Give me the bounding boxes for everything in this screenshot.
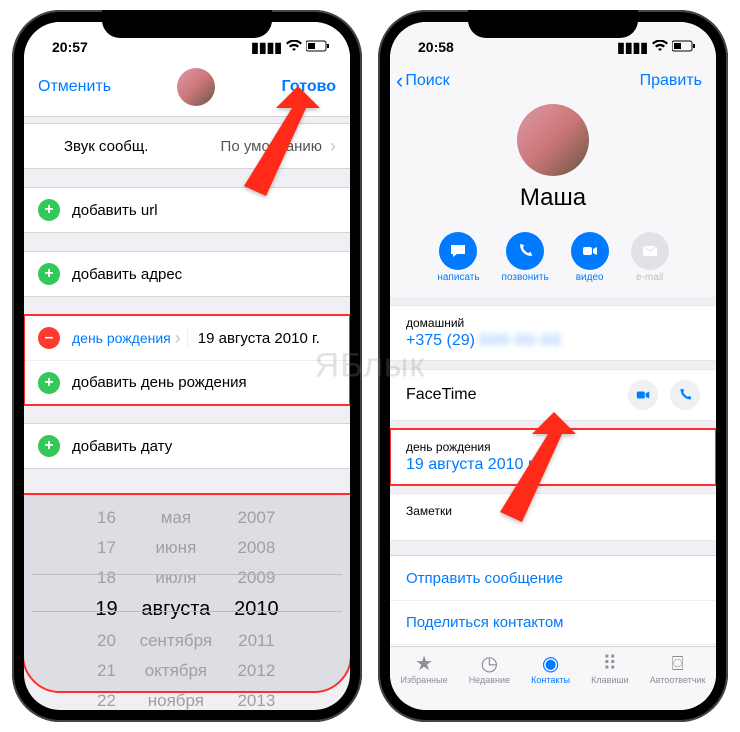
phone-card[interactable]: домашний +375 (29) 000-00-00 (390, 305, 716, 361)
tab-voicemail[interactable]: ⌼ Автоответчик (650, 653, 706, 685)
text-tone-label: Звук сообщ. (38, 138, 221, 155)
keypad-icon: ⠿ (591, 653, 629, 675)
person-icon: ◉ (531, 653, 570, 675)
phone-right: 20:58 ▮▮▮▮ ‹ Поиск Пра (378, 10, 728, 722)
tab-keypad[interactable]: ⠿ Клавиши (591, 653, 629, 685)
call-action[interactable]: позвонить (502, 232, 549, 283)
chevron-left-icon: ‹ (396, 68, 403, 94)
birthday-value[interactable]: 19 августа 2010 г. (187, 330, 336, 347)
share-contact-link[interactable]: Поделиться контактом (390, 600, 716, 644)
phone-label: домашний (406, 316, 700, 330)
contact-avatar-small[interactable] (177, 68, 215, 106)
contact-avatar[interactable] (517, 104, 589, 176)
add-date-row[interactable]: + добавить дату (24, 424, 350, 468)
picker-year-col[interactable]: 2007 2008 2009 2010 2011 2012 2013 (234, 503, 279, 673)
battery-icon (306, 39, 330, 55)
add-address-label: добавить адрес (72, 266, 336, 283)
add-url-label: добавить url (72, 202, 336, 219)
wifi-icon (286, 39, 302, 55)
add-birthday-label: добавить день рождения (72, 374, 336, 391)
wifi-icon (652, 39, 668, 55)
back-button[interactable]: ‹ Поиск (396, 68, 450, 94)
action-row: написать позвонить видео e-mail (390, 224, 716, 297)
tab-favorites[interactable]: ★ Избранные (401, 653, 448, 685)
plus-icon: + (38, 435, 60, 457)
clock-icon: ◷ (469, 653, 510, 675)
tab-recents[interactable]: ◷ Недавние (469, 653, 510, 685)
annotation-arrow (244, 86, 320, 201)
video-action[interactable]: видео (571, 232, 609, 283)
tab-bar: ★ Избранные ◷ Недавние ◉ Контакты ⠿ Клав… (390, 646, 716, 710)
plus-icon: + (38, 372, 60, 394)
signal-icon: ▮▮▮▮ (251, 39, 282, 56)
status-time: 20:58 (418, 39, 454, 55)
view-navbar: ‹ Поиск Править (390, 62, 716, 100)
picker-day-col[interactable]: 16 17 18 19 20 21 22 (95, 503, 117, 673)
plus-icon: + (38, 199, 60, 221)
chevron-right-icon: › (175, 328, 181, 349)
edit-button[interactable]: Править (640, 72, 702, 90)
add-date-label: добавить дату (72, 438, 336, 455)
battery-icon (672, 39, 696, 55)
phone-left: 20:57 ▮▮▮▮ Отменить Готово (12, 10, 362, 722)
contact-name: Маша (390, 184, 716, 212)
facetime-audio-button[interactable] (670, 380, 700, 410)
contact-header: Маша (390, 100, 716, 224)
notch (102, 10, 272, 38)
plus-icon: + (38, 263, 60, 285)
annotation-arrow (500, 412, 576, 527)
phone-number-hidden: 000-00-00 (479, 332, 561, 349)
mail-action: e-mail (631, 232, 669, 283)
add-birthday-row[interactable]: + добавить день рождения (24, 360, 350, 404)
birthday-row[interactable]: – день рождения › 19 августа 2010 г. (24, 316, 350, 360)
minus-icon[interactable]: – (38, 327, 60, 349)
cancel-button[interactable]: Отменить (38, 78, 111, 96)
facetime-label: FaceTime (406, 386, 477, 404)
facetime-video-button[interactable] (628, 380, 658, 410)
phone-number[interactable]: +375 (29) 000-00-00 (406, 332, 700, 350)
message-action[interactable]: написать (437, 232, 479, 283)
status-time: 20:57 (52, 39, 88, 55)
tab-contacts[interactable]: ◉ Контакты (531, 653, 570, 685)
send-message-link[interactable]: Отправить сообщение (390, 556, 716, 600)
picker-month-col[interactable]: мая июня июля августа сентября октября н… (140, 503, 213, 673)
status-icons: ▮▮▮▮ (617, 39, 696, 56)
date-picker[interactable]: 16 17 18 19 20 21 22 мая июня июля авгус… (24, 495, 350, 691)
birthday-field-label[interactable]: день рождения › (72, 328, 181, 349)
voicemail-icon: ⌼ (650, 653, 706, 675)
signal-icon: ▮▮▮▮ (617, 39, 648, 56)
notch (468, 10, 638, 38)
status-icons: ▮▮▮▮ (251, 39, 330, 56)
add-address-row[interactable]: + добавить адрес (24, 252, 350, 296)
chevron-right-icon: › (330, 136, 336, 157)
star-icon: ★ (401, 653, 448, 675)
